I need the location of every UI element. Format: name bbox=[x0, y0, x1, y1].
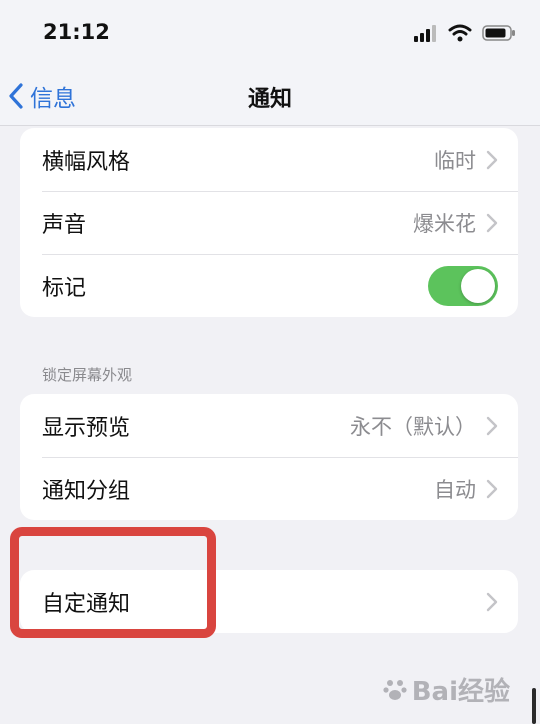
status-bar: 21:12 bbox=[0, 0, 540, 66]
watermark-text: Bai经验 bbox=[411, 677, 510, 707]
chevron-right-icon bbox=[486, 150, 498, 169]
watermark: Bai经验 bbox=[382, 671, 510, 708]
row-label: 标记 bbox=[42, 275, 87, 301]
row-label: 横幅风格 bbox=[42, 149, 131, 175]
badges-toggle[interactable] bbox=[428, 265, 498, 306]
row-label: 通知分组 bbox=[42, 478, 131, 504]
notification-options-group: 横幅风格 临时 声音 爆米花 标记 bbox=[20, 128, 518, 317]
row-badges: 标记 bbox=[20, 254, 518, 317]
row-value: 临时 bbox=[434, 148, 476, 173]
row-label: 声音 bbox=[42, 212, 87, 238]
scroll-indicator[interactable] bbox=[532, 688, 536, 724]
cellular-signal-icon bbox=[414, 25, 436, 42]
paw-logo-icon bbox=[383, 679, 407, 700]
battery-icon bbox=[482, 25, 515, 41]
lock-screen-group: 显示预览 永不（默认） 通知分组 自动 bbox=[20, 394, 518, 520]
status-icons bbox=[414, 22, 516, 44]
row-sound[interactable]: 声音 爆米花 bbox=[20, 191, 518, 254]
section-header-lock-screen: 锁定屏幕外观 bbox=[42, 366, 133, 384]
page-title: 通知 bbox=[247, 87, 292, 112]
wifi-icon bbox=[448, 24, 472, 42]
row-value: 永不（默认） bbox=[350, 414, 476, 439]
status-time: 21:12 bbox=[43, 20, 110, 44]
chevron-right-icon bbox=[486, 213, 498, 232]
highlight-annotation-box bbox=[10, 527, 216, 638]
row-label: 显示预览 bbox=[42, 415, 131, 441]
row-banner-style[interactable]: 横幅风格 临时 bbox=[20, 128, 518, 191]
row-value: 自动 bbox=[434, 477, 476, 502]
chevron-right-icon bbox=[486, 479, 498, 498]
row-value: 爆米花 bbox=[413, 211, 476, 236]
chevron-right-icon bbox=[486, 416, 498, 435]
toggle-knob bbox=[461, 268, 495, 303]
row-show-previews[interactable]: 显示预览 永不（默认） bbox=[20, 394, 518, 457]
navigation-bar: 信息 通知 bbox=[0, 66, 540, 126]
row-notification-grouping[interactable]: 通知分组 自动 bbox=[20, 457, 518, 520]
chevron-right-icon bbox=[486, 592, 498, 611]
